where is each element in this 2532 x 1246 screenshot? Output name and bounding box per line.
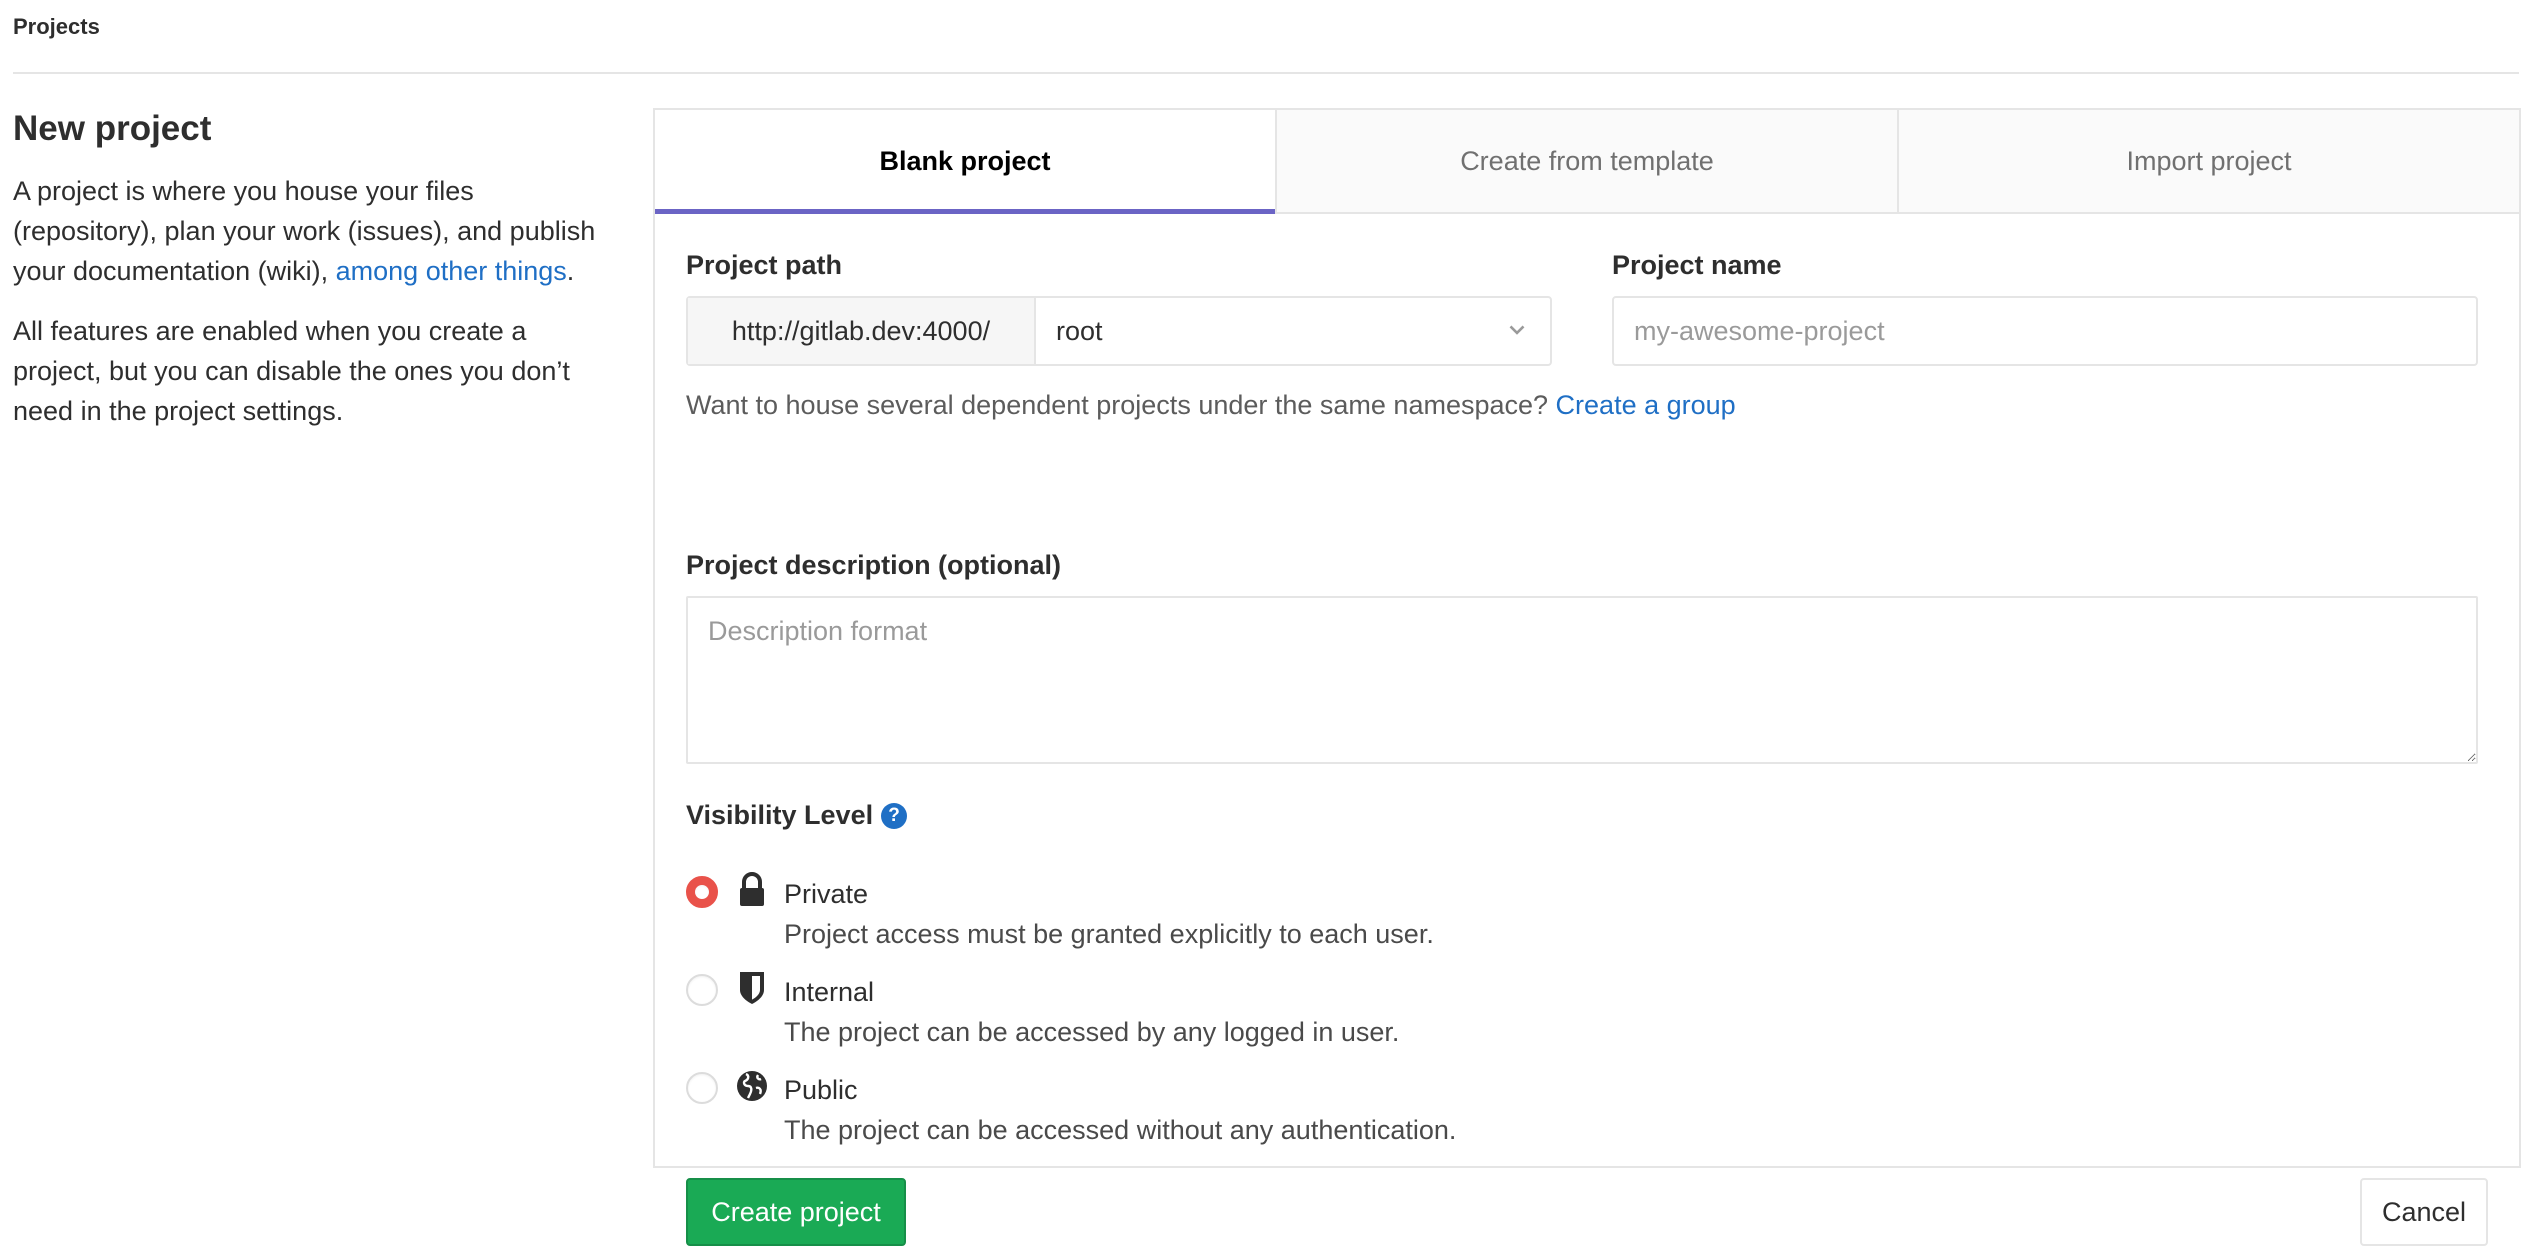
public-title: Public bbox=[784, 1075, 858, 1105]
project-tabs: Blank project Create from template Impor… bbox=[655, 110, 2519, 214]
among-other-things-link[interactable]: among other things bbox=[336, 256, 567, 286]
cancel-button[interactable]: Cancel bbox=[2360, 1178, 2488, 1246]
project-path-group: http://gitlab.dev:4000/ root bbox=[686, 296, 1552, 366]
create-group-link[interactable]: Create a group bbox=[1556, 390, 1736, 420]
project-path-label: Project path bbox=[686, 250, 843, 280]
lock-icon bbox=[740, 872, 764, 906]
breadcrumb[interactable]: Projects bbox=[13, 14, 100, 40]
shield-icon bbox=[740, 972, 764, 1004]
radio-public[interactable] bbox=[686, 1072, 718, 1104]
top-divider bbox=[13, 72, 2519, 74]
visibility-level-label: Visibility Level bbox=[686, 800, 874, 830]
visibility-level-heading: Visibility Level ? bbox=[686, 800, 908, 831]
internal-title: Internal bbox=[784, 977, 875, 1007]
intro-section: New project A project is where you house… bbox=[13, 105, 613, 451]
public-description: The project can be accessed without any … bbox=[784, 1115, 1457, 1145]
path-prefix: http://gitlab.dev:4000/ bbox=[688, 298, 1036, 364]
tab-blank-project[interactable]: Blank project bbox=[655, 110, 1275, 214]
radio-internal[interactable] bbox=[686, 974, 718, 1006]
chevron-down-icon bbox=[1509, 325, 1525, 335]
intro-paragraph: A project is where you house your files … bbox=[13, 171, 613, 291]
internal-description: The project can be accessed by any logge… bbox=[784, 1017, 1400, 1047]
globe-icon bbox=[737, 1071, 767, 1101]
project-description-textarea[interactable] bbox=[686, 596, 2478, 764]
page-title: New project bbox=[13, 109, 212, 148]
project-name-input[interactable] bbox=[1612, 296, 2478, 366]
radio-private[interactable] bbox=[686, 876, 718, 908]
question-circle-icon[interactable]: ? bbox=[881, 802, 908, 829]
visibility-option-internal[interactable]: Internal The project can be accessed by … bbox=[686, 970, 1399, 1052]
group-help-text: Want to house several dependent projects… bbox=[686, 390, 1736, 421]
tab-import-project[interactable]: Import project bbox=[1897, 110, 2519, 212]
namespace-value: root bbox=[1056, 315, 1103, 346]
create-project-button[interactable]: Create project bbox=[686, 1178, 906, 1246]
tab-create-from-template[interactable]: Create from template bbox=[1275, 110, 1897, 212]
project-description-label: Project description (optional) bbox=[686, 550, 1062, 580]
visibility-option-public[interactable]: Public The project can be accessed witho… bbox=[686, 1068, 1456, 1150]
new-project-card: Blank project Create from template Impor… bbox=[653, 108, 2521, 1246]
group-help-prefix: Want to house several dependent projects… bbox=[686, 390, 1556, 420]
private-title: Private bbox=[784, 879, 869, 909]
namespace-select[interactable]: root bbox=[1036, 298, 1550, 364]
visibility-option-private[interactable]: Private Project access must be granted e… bbox=[686, 872, 1434, 954]
intro-period: . bbox=[566, 256, 575, 286]
features-paragraph: All features are enabled when you create… bbox=[13, 316, 570, 426]
project-name-label: Project name bbox=[1612, 250, 1782, 280]
private-description: Project access must be granted explicitl… bbox=[784, 919, 1434, 949]
